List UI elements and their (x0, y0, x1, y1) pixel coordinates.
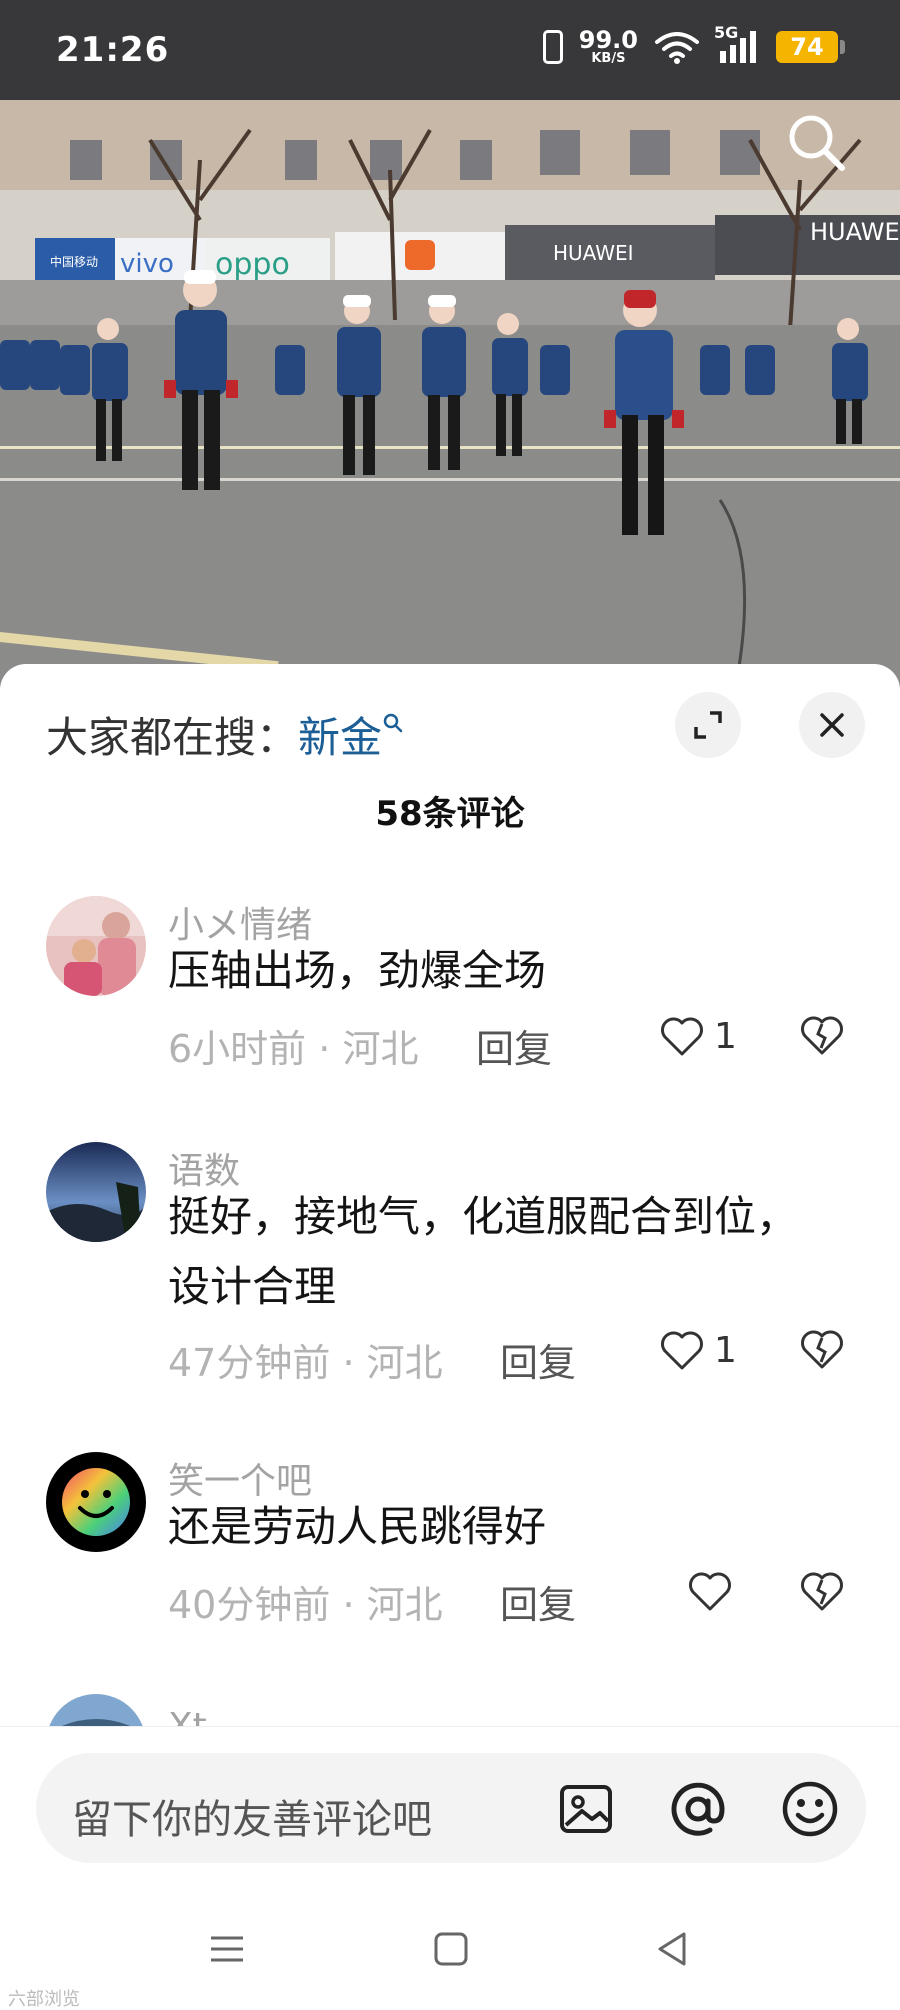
hot-search-keyword[interactable]: 新金 (298, 713, 382, 762)
comment-meta-separator: · (342, 1341, 355, 1385)
broken-heart-icon (801, 1330, 843, 1369)
avatar[interactable] (46, 896, 146, 996)
avatar[interactable] (46, 1142, 146, 1242)
comment-time: 6小时前 (168, 1027, 307, 1071)
broken-heart-icon (801, 1572, 843, 1611)
svg-text:中国移动: 中国移动 (50, 254, 98, 269)
wifi-icon (654, 30, 700, 64)
like-count: 1 (714, 1330, 737, 1371)
comment-meta: 6小时前 · 河北 (168, 1018, 418, 1073)
like-button[interactable]: 1 (660, 1016, 737, 1057)
comment-input-bar: 留下你的友善评论吧 六部浏览 (0, 1726, 900, 2010)
comment-input[interactable]: 留下你的友善评论吧 (36, 1753, 866, 1863)
comment-meta-separator: · (342, 1583, 355, 1627)
like-button[interactable] (688, 1572, 742, 1612)
battery-indicator: 74 (776, 30, 845, 63)
network-speed: 99.0 KB/S (579, 28, 638, 65)
comment-meta: 47分钟前 · 河北 (168, 1332, 443, 1387)
status-time: 21:26 (56, 30, 170, 70)
comment-meta: 40分钟前 · 河北 (168, 1574, 443, 1629)
svg-text:HUAWE: HUAWE (810, 218, 900, 246)
hot-search[interactable]: 大家都在搜：新金 (46, 704, 404, 765)
comment-meta-separator: · (318, 1027, 331, 1071)
home-icon[interactable] (431, 1929, 471, 1969)
video-frame: 中国移动 vivo oppo HUAWEI HUAWE (0, 100, 900, 690)
reply-button[interactable]: 回复 (476, 1018, 552, 1073)
comment-text: 还是劳动人民跳得好 (168, 1502, 547, 1551)
dislike-button[interactable] (800, 1330, 844, 1374)
comment-location: 河北 (342, 1027, 419, 1071)
like-count: 1 (714, 1016, 737, 1057)
cell-type-label: 5G (714, 22, 739, 42)
comment-input-placeholder: 留下你的友善评论吧 (72, 1797, 432, 1843)
avatar[interactable] (46, 1694, 146, 1726)
hot-search-label: 大家都在搜： (46, 713, 299, 762)
cellular-signal-icon: 5G (714, 23, 760, 65)
comment-count: 58条评论 (375, 794, 525, 834)
image-icon[interactable] (554, 1777, 618, 1841)
back-icon[interactable] (652, 1929, 692, 1969)
comment-text: 压轴出场，劲爆全场 (168, 946, 547, 995)
comment-location: 河北 (366, 1341, 443, 1385)
reply-button[interactable]: 回复 (500, 1332, 576, 1387)
comment-location: 河北 (366, 1583, 443, 1627)
broken-heart-icon (801, 1016, 843, 1055)
svg-text:oppo: oppo (215, 247, 290, 282)
network-speed-unit: KB/S (591, 51, 626, 66)
video-player[interactable]: 中国移动 vivo oppo HUAWEI HUAWE (0, 100, 900, 690)
expand-button[interactable] (675, 692, 741, 758)
reply-button[interactable]: 回复 (500, 1574, 576, 1629)
menu-icon[interactable] (207, 1929, 247, 1969)
comment-item: Xt (0, 1694, 900, 1726)
hot-search-icon (383, 713, 403, 733)
vibrate-icon (542, 29, 563, 64)
status-bar: 21:26 99.0 KB/S 5G 74 (0, 0, 900, 100)
svg-text:vivo: vivo (120, 249, 174, 279)
status-indicators: 99.0 KB/S 5G 74 (542, 23, 845, 65)
avatar[interactable] (46, 1452, 146, 1552)
heart-icon (689, 1572, 731, 1611)
comment-time: 47分钟前 (168, 1341, 331, 1385)
like-button[interactable]: 1 (660, 1330, 737, 1371)
svg-text:HUAWEI: HUAWEI (553, 241, 634, 265)
expand-icon (694, 711, 722, 739)
close-button[interactable] (799, 692, 865, 758)
dislike-button[interactable] (800, 1572, 844, 1616)
dislike-button[interactable] (800, 1016, 844, 1060)
emoji-icon[interactable] (778, 1777, 842, 1841)
network-speed-value: 99.0 (578, 26, 638, 54)
search-icon[interactable] (786, 112, 846, 172)
heart-icon (661, 1331, 703, 1369)
heart-icon (661, 1017, 703, 1055)
close-icon (820, 713, 844, 737)
mention-icon[interactable] (666, 1777, 730, 1841)
watermark: 六部浏览 (8, 1989, 80, 2010)
comment-time: 40分钟前 (168, 1583, 331, 1627)
comment-username[interactable]: Xt (168, 1706, 207, 1726)
system-nav-bar (0, 1923, 900, 2010)
comment-text: 挺好，接地气，化道服配合到位，设计合理 (168, 1192, 799, 1311)
